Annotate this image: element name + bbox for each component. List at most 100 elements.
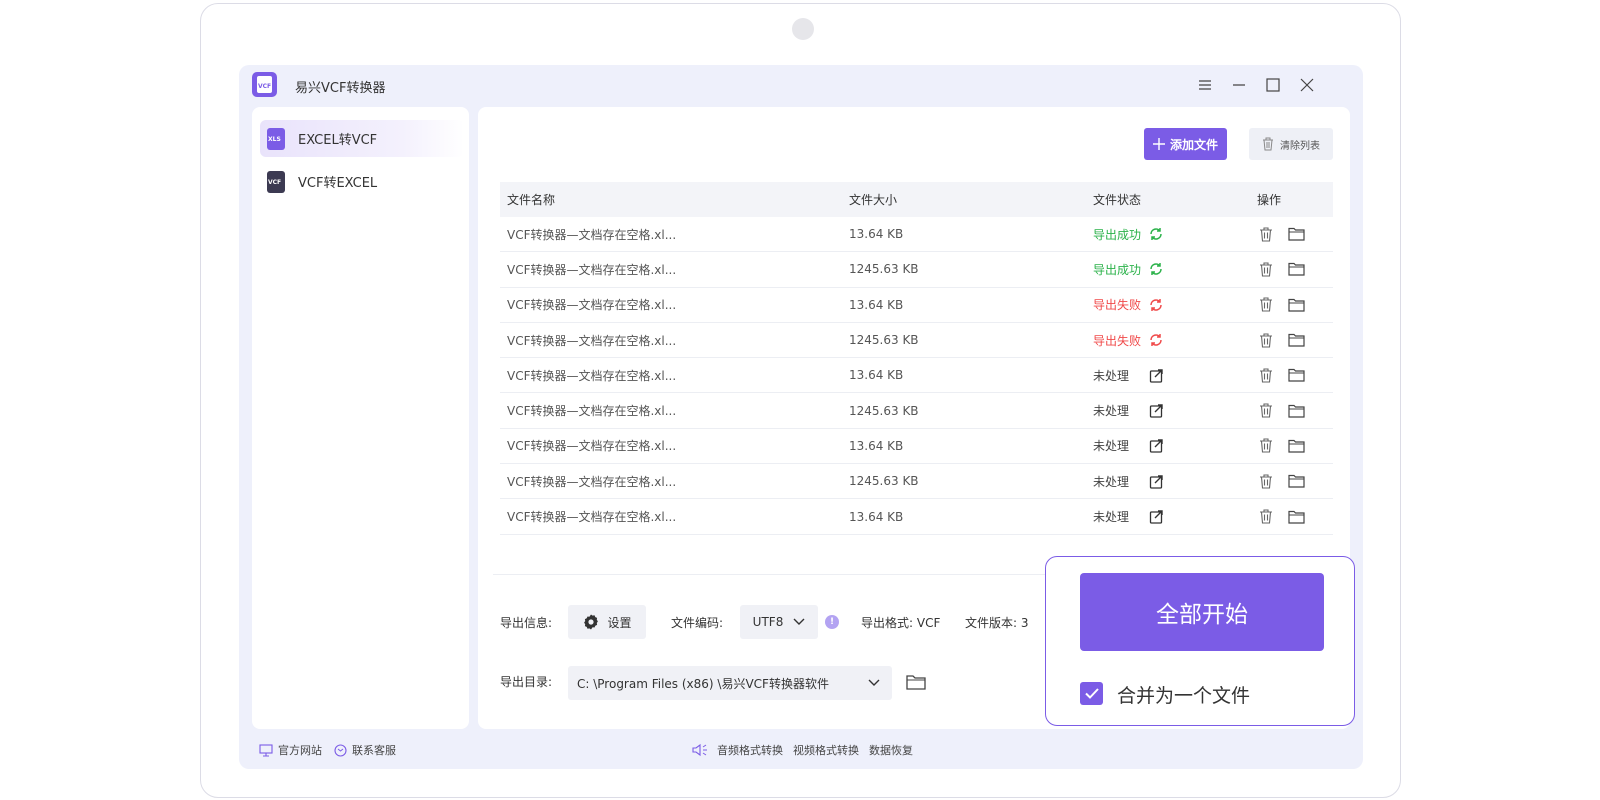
file-status: 未处理 (1093, 368, 1130, 383)
plus-icon (1152, 138, 1165, 150)
table-row: VCF转换器—文档存在空格.xl... 1245.63 KB 未处理 (500, 393, 1333, 429)
xls-file-icon: XLS (267, 127, 285, 150)
col-header-status: 文件状态 (1093, 193, 1142, 207)
table-row: VCF转换器—文档存在空格.xl... 13.64 KB 未处理 (500, 429, 1333, 465)
open-folder-icon[interactable] (1287, 508, 1305, 526)
trash-icon (1263, 137, 1273, 151)
open-folder-icon[interactable] (1287, 331, 1305, 349)
retry-icon[interactable] (1147, 260, 1165, 278)
vcf-file-icon: VCF (267, 170, 285, 193)
file-name: VCF转换器—文档存在空格.xl... (507, 510, 677, 525)
folder-icon[interactable] (906, 673, 926, 691)
sidebar-item-excel-to-vcf[interactable]: XLS EXCEL转VCF (260, 120, 464, 157)
start-all-button[interactable]: 全部开始 (1080, 573, 1324, 651)
retry-icon[interactable] (1147, 225, 1165, 243)
delete-icon[interactable] (1257, 366, 1275, 384)
file-status: 导出成功 (1093, 227, 1142, 242)
delete-icon[interactable] (1257, 331, 1275, 349)
open-folder-icon[interactable] (1287, 260, 1305, 278)
export-dir-select[interactable]: C: \Program Files (x86) \易兴VCF转换器软件 (568, 666, 892, 700)
delete-icon[interactable] (1257, 472, 1275, 490)
chevron-down-icon (868, 679, 880, 686)
retry-icon[interactable] (1147, 331, 1165, 349)
file-name: VCF转换器—文档存在空格.xl... (507, 333, 677, 348)
speaker-icon (692, 743, 707, 757)
file-name: VCF转换器—文档存在空格.xl... (507, 227, 677, 242)
title-bar: VCF 易兴VCF转换器 (239, 65, 1363, 107)
table-row: VCF转换器—文档存在空格.xl... 13.64 KB 未处理 (500, 358, 1333, 394)
minimize-icon[interactable] (1229, 75, 1249, 95)
delete-icon[interactable] (1257, 402, 1275, 420)
delete-icon[interactable] (1257, 508, 1275, 526)
table-header: 文件名称 文件大小 文件状态 操作 (500, 182, 1333, 217)
file-status: 未处理 (1093, 439, 1130, 454)
footer-links: 音频格式转换 视频格式转换 数据恢复 (692, 742, 913, 758)
check-icon (1084, 688, 1099, 699)
sidebar-item-label: EXCEL转VCF (298, 133, 378, 148)
file-name: VCF转换器—文档存在空格.xl... (507, 262, 677, 277)
side-icon-badge: XLS (268, 135, 281, 143)
file-name: VCF转换器—文档存在空格.xl... (507, 298, 677, 313)
table-row: VCF转换器—文档存在空格.xl... 13.64 KB 未处理 (500, 499, 1333, 535)
export-icon[interactable] (1147, 472, 1165, 490)
app-title: 易兴VCF转换器 (295, 81, 386, 96)
monitor-icon (259, 743, 273, 757)
settings-label: 设置 (607, 615, 632, 630)
encoding-label: 文件编码: (671, 616, 724, 630)
footer-link-video[interactable]: 视频格式转换 (793, 742, 859, 758)
file-size: 1245.63 KB (849, 474, 919, 489)
sidebar-item-vcf-to-excel[interactable]: VCF VCF转EXCEL (260, 163, 464, 200)
export-icon[interactable] (1147, 508, 1165, 526)
retry-icon[interactable] (1147, 296, 1165, 314)
footer-link-recovery[interactable]: 数据恢复 (869, 742, 913, 758)
add-file-label: 添加文件 (1169, 137, 1218, 152)
export-dir-value: C: \Program Files (x86) \易兴VCF转换器软件 (577, 676, 829, 691)
open-folder-icon[interactable] (1287, 437, 1305, 455)
support-label: 联系客服 (352, 744, 396, 757)
chevron-down-icon (793, 618, 805, 625)
encoding-select[interactable]: UTF8 (740, 605, 818, 639)
merge-checkbox[interactable] (1080, 682, 1103, 705)
delete-icon[interactable] (1257, 296, 1275, 314)
file-size: 13.64 KB (849, 297, 904, 312)
export-icon[interactable] (1147, 437, 1165, 455)
file-status: 导出成功 (1093, 262, 1142, 277)
file-table: 文件名称 文件大小 文件状态 操作 VCF转换器—文档存在空格.xl... 13.… (500, 182, 1333, 535)
open-folder-icon[interactable] (1287, 225, 1305, 243)
settings-button[interactable]: 设置 (568, 605, 646, 639)
file-version-text: 文件版本: 3 (965, 616, 1029, 630)
file-status: 导出失败 (1093, 333, 1142, 348)
open-folder-icon[interactable] (1287, 366, 1305, 384)
delete-icon[interactable] (1257, 225, 1275, 243)
delete-icon[interactable] (1257, 260, 1275, 278)
app-logo-icon: VCF (252, 72, 277, 97)
file-name: VCF转换器—文档存在空格.xl... (507, 474, 677, 489)
table-row: VCF转换器—文档存在空格.xl... 1245.63 KB 导出成功 (500, 252, 1333, 288)
support-link[interactable]: 联系客服 (334, 742, 396, 758)
website-link[interactable]: 官方网站 (259, 742, 322, 758)
gear-icon (584, 614, 599, 630)
side-icon-badge: VCF (268, 178, 282, 186)
file-name: VCF转换器—文档存在空格.xl... (507, 368, 677, 383)
maximize-icon[interactable] (1263, 75, 1283, 95)
export-icon[interactable] (1147, 366, 1165, 384)
menu-icon[interactable] (1195, 75, 1215, 95)
add-file-button[interactable]: 添加文件 (1144, 128, 1227, 160)
export-icon[interactable] (1147, 402, 1165, 420)
table-row: VCF转换器—文档存在空格.xl... 13.64 KB 导出失败 (500, 288, 1333, 323)
close-icon[interactable] (1297, 75, 1317, 95)
info-icon[interactable]: ! (825, 615, 839, 629)
export-info-label: 导出信息: (500, 616, 553, 630)
clear-list-button[interactable]: 清除列表 (1249, 128, 1333, 160)
footer-link-audio[interactable]: 音频格式转换 (717, 742, 783, 758)
open-folder-icon[interactable] (1287, 296, 1305, 314)
col-header-name: 文件名称 (507, 193, 556, 207)
file-name: VCF转换器—文档存在空格.xl... (507, 404, 677, 419)
col-header-size: 文件大小 (849, 193, 898, 207)
sidebar-item-label: VCF转EXCEL (298, 176, 378, 191)
delete-icon[interactable] (1257, 437, 1275, 455)
file-size: 13.64 KB (849, 227, 904, 242)
open-folder-icon[interactable] (1287, 402, 1305, 420)
open-folder-icon[interactable] (1287, 472, 1305, 490)
export-dir-label: 导出目录: (500, 675, 553, 689)
